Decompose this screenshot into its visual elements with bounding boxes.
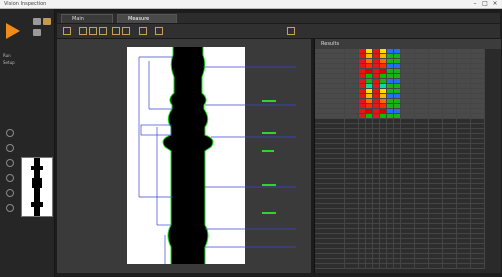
results-panel: Results bbox=[314, 39, 501, 273]
results-cell[interactable] bbox=[401, 264, 415, 269]
results-cell[interactable] bbox=[429, 264, 443, 269]
results-cell[interactable] bbox=[315, 264, 345, 269]
results-cell[interactable] bbox=[457, 264, 471, 269]
results-cell[interactable] bbox=[415, 264, 429, 269]
status-bar bbox=[57, 273, 500, 277]
results-table[interactable] bbox=[315, 49, 501, 273]
results-cell[interactable] bbox=[380, 264, 387, 269]
results-cell[interactable] bbox=[345, 264, 359, 269]
results-cell[interactable] bbox=[443, 264, 457, 269]
results-cell[interactable] bbox=[373, 264, 380, 269]
app-window: Vision Inspection – □ × Run Setup Main M… bbox=[0, 0, 502, 277]
results-cell[interactable] bbox=[394, 264, 401, 269]
results-title: Results bbox=[315, 39, 501, 49]
results-cell[interactable] bbox=[387, 264, 394, 269]
results-cell[interactable] bbox=[471, 264, 485, 269]
results-cell[interactable] bbox=[359, 264, 366, 269]
results-cell[interactable] bbox=[366, 264, 373, 269]
